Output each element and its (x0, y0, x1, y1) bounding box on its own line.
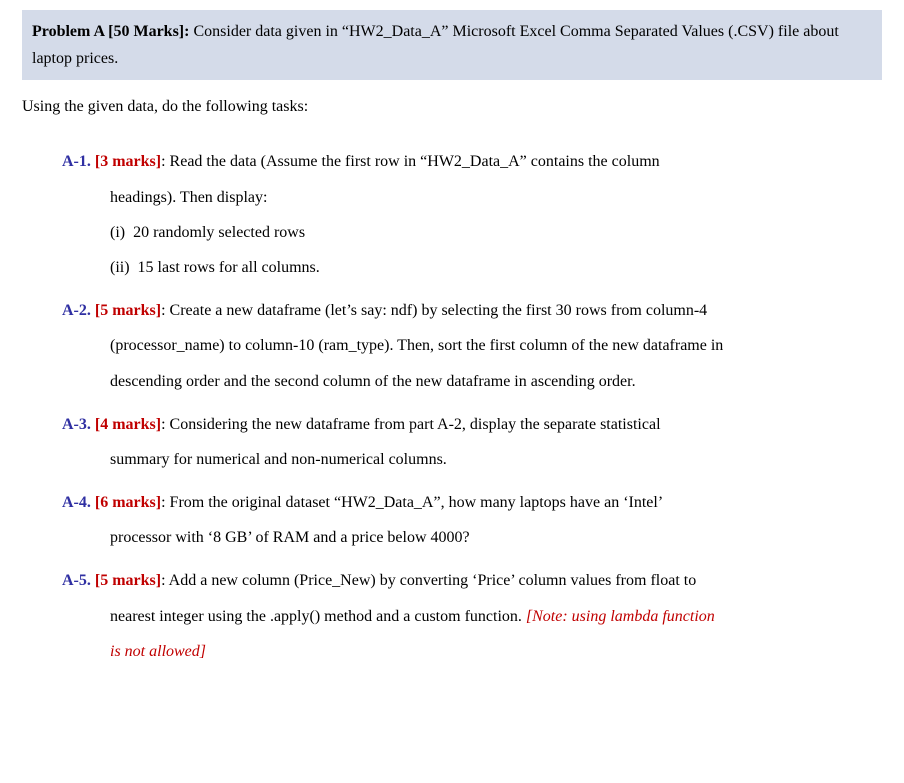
task-a5-num: A-5. (62, 572, 91, 589)
task-a3: A-3. [4 marks]: Considering the new data… (62, 407, 882, 477)
task-a2: A-2. [5 marks]: Create a new dataframe (… (62, 293, 882, 399)
task-a5-note-inline: [Note: using lambda function (526, 608, 715, 625)
task-a1-num: A-1. (62, 153, 91, 170)
task-a3-marks: [4 marks] (95, 416, 161, 433)
task-a3-num: A-3. (62, 416, 91, 433)
document-page: Problem A [50 Marks]: Consider data give… (0, 10, 904, 697)
task-a5-head: A-5. [5 marks] (62, 572, 161, 589)
task-a5: A-5. [5 marks]: Add a new column (Price_… (62, 563, 882, 669)
task-a5-note-cont-wrap: is not allowed] (62, 634, 882, 669)
task-a2-num: A-2. (62, 302, 91, 319)
task-a1: A-1. [3 marks]: Read the data (Assume th… (62, 144, 882, 285)
task-a1-sub-ii: (ii) 15 last rows for all columns. (110, 250, 882, 285)
task-a3-cont-0: summary for numerical and non-numerical … (62, 442, 882, 477)
task-a1-text: : Read the data (Assume the first row in… (161, 153, 660, 170)
task-a5-text: : Add a new column (Price_New) by conver… (161, 572, 696, 589)
task-a4: A-4. [6 marks]: From the original datase… (62, 485, 882, 555)
task-a1-sublist: (i) 20 randomly selected rows (ii) 15 la… (62, 215, 882, 285)
intro-text: Using the given data, do the following t… (22, 98, 882, 116)
task-a4-text: : From the original dataset “HW2_Data_A”… (161, 494, 663, 511)
task-a5-note-cont: is not allowed] (110, 643, 206, 660)
task-a4-num: A-4. (62, 494, 91, 511)
task-a3-text: : Considering the new dataframe from par… (161, 416, 660, 433)
task-a1-marks: [3 marks] (95, 153, 161, 170)
task-a2-head: A-2. [5 marks] (62, 302, 161, 319)
task-a4-marks: [6 marks] (95, 494, 161, 511)
task-a2-cont-0: (processor_name) to column-10 (ram_type)… (62, 328, 882, 363)
problem-header: Problem A [50 Marks]: Consider data give… (22, 10, 882, 80)
problem-title-bold: Problem A [50 Marks]: (32, 23, 189, 40)
task-a1-head: A-1. [3 marks] (62, 153, 161, 170)
task-a1-sub-i: (i) 20 randomly selected rows (110, 215, 882, 250)
task-a5-marks: [5 marks] (95, 572, 161, 589)
task-a2-cont-1: descending order and the second column o… (62, 364, 882, 399)
task-a5-cont-text: nearest integer using the .apply() metho… (110, 608, 526, 625)
task-a5-cont-0: nearest integer using the .apply() metho… (62, 599, 882, 634)
task-a4-head: A-4. [6 marks] (62, 494, 161, 511)
task-a4-cont-0: processor with ‘8 GB’ of RAM and a price… (62, 520, 882, 555)
task-a2-text: : Create a new dataframe (let’s say: ndf… (161, 302, 707, 319)
task-list: A-1. [3 marks]: Read the data (Assume th… (22, 144, 882, 669)
task-a2-marks: [5 marks] (95, 302, 161, 319)
task-a3-head: A-3. [4 marks] (62, 416, 161, 433)
task-a1-cont-0: headings). Then display: (62, 180, 882, 215)
